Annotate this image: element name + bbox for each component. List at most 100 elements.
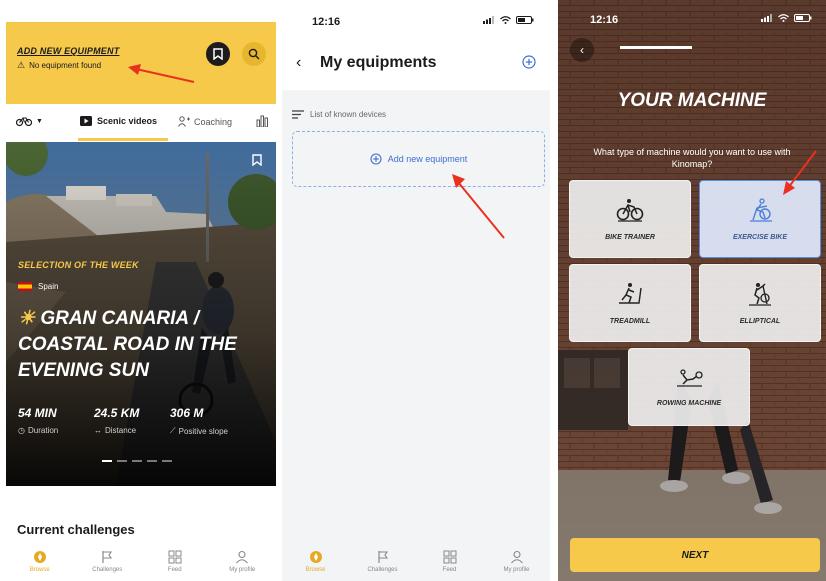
nav-challenges[interactable]: Challenges xyxy=(353,550,413,573)
equipments-header xyxy=(282,0,550,90)
nav-profile[interactable]: My profile xyxy=(212,550,272,573)
user-icon xyxy=(236,550,249,564)
tab-scenic-videos[interactable]: Scenic videos xyxy=(80,116,157,126)
nav-browse[interactable]: Browse xyxy=(10,550,70,573)
signal-icon xyxy=(483,16,494,24)
list-icon xyxy=(292,110,304,119)
signal-icon xyxy=(761,14,772,22)
back-button[interactable]: ‹ xyxy=(296,54,301,72)
slope-value: 306 M xyxy=(170,406,204,420)
featured-video-card[interactable]: SELECTION OF THE WEEK Spain ☀ GRAN CANAR… xyxy=(6,142,276,486)
machine-card-bike-trainer[interactable]: BIKE TRAINER xyxy=(569,180,691,258)
my-equipments-screen: 12:16 ‹ My equipments List of known devi… xyxy=(282,0,550,581)
devices-list-label: List of known devices xyxy=(310,110,387,119)
compass-icon xyxy=(33,551,46,563)
flag-icon xyxy=(102,551,113,563)
back-button[interactable]: ‹ xyxy=(570,38,594,62)
spain-flag-icon xyxy=(18,282,32,291)
add-new-equipment-link[interactable]: ADD NEW EQUIPMENT xyxy=(17,46,119,56)
flag-icon xyxy=(377,551,388,563)
save-video-icon[interactable] xyxy=(252,154,262,166)
bookmark-button[interactable] xyxy=(206,42,230,66)
nav-feed[interactable]: Feed xyxy=(145,550,205,573)
selection-of-week-label: SELECTION OF THE WEEK xyxy=(18,260,139,270)
machine-card-rowing-machine[interactable]: ROWING MACHINE xyxy=(628,348,750,426)
machine-card-treadmill[interactable]: TREADMILL xyxy=(569,264,691,342)
add-new-equipment-label: Add new equipment xyxy=(387,154,468,164)
your-machine-screen: 12:16 ‹ YOUR MACHINE What type of machin… xyxy=(558,0,826,581)
distance-arrows-icon: ↔ xyxy=(94,426,102,435)
tab-scenic-label: Scenic videos xyxy=(97,116,158,126)
duration-stat: 54 MIN ◷ Duration xyxy=(18,406,58,435)
wifi-icon xyxy=(500,16,511,24)
add-equipment-icon[interactable] xyxy=(522,55,536,69)
grid-icon xyxy=(443,550,456,564)
carousel-dot[interactable] xyxy=(147,460,157,462)
tab-stats[interactable] xyxy=(256,115,268,129)
nav-challenges-label: Challenges xyxy=(367,567,398,573)
chevron-down-icon: ▼ xyxy=(36,117,43,125)
country-tag: Spain xyxy=(18,282,58,291)
carousel-dot[interactable] xyxy=(117,460,127,462)
nav-browse[interactable]: Browse xyxy=(286,550,346,573)
machine-label: BIKE TRAINER xyxy=(605,233,655,241)
grid-icon xyxy=(168,550,182,564)
machine-label: ROWING MACHINE xyxy=(656,399,722,407)
sport-selector[interactable]: ▼ xyxy=(16,116,43,126)
chevron-left-icon: ‹ xyxy=(580,43,584,57)
annotation-arrow xyxy=(783,150,817,195)
status-icons xyxy=(483,16,534,24)
current-challenges-heading: Current challenges xyxy=(17,522,135,537)
country-name: Spain xyxy=(38,282,59,291)
carousel-dot[interactable] xyxy=(162,460,172,462)
play-video-icon xyxy=(80,116,92,126)
distance-label-text: Distance xyxy=(105,426,137,435)
wifi-icon xyxy=(778,14,789,22)
carousel-dots[interactable] xyxy=(102,460,172,462)
machine-label: TREADMILL xyxy=(609,317,651,325)
search-button[interactable] xyxy=(242,42,266,66)
nav-challenges[interactable]: Challenges xyxy=(77,550,137,573)
nav-profile[interactable]: My profile xyxy=(487,550,547,573)
slope-label: ⟋ Positive slope xyxy=(170,426,228,436)
machine-label: EXERCISE BIKE xyxy=(732,233,788,241)
duration-value: 54 MIN xyxy=(18,406,57,420)
distance-stat: 24.5 KM ↔ Distance xyxy=(94,406,139,435)
clock-icon: ◷ xyxy=(18,426,25,435)
no-equipment-notice: ⚠ No equipment found xyxy=(17,60,101,71)
user-icon xyxy=(510,550,523,564)
distance-value: 24.5 KM xyxy=(94,406,140,420)
nav-challenges-label: Challenges xyxy=(92,567,123,573)
bicycle-icon xyxy=(16,117,32,126)
nav-feed[interactable]: Feed xyxy=(420,550,480,573)
slope-label-text: Positive slope xyxy=(178,426,228,436)
warning-icon: ⚠ xyxy=(17,60,26,70)
scenic-browse-screen: ADD NEW EQUIPMENT ⚠ No equipment found ▼… xyxy=(6,0,276,581)
machine-question: What type of machine would you want to u… xyxy=(593,147,791,169)
duration-label-text: Duration xyxy=(27,426,59,435)
page-title: YOUR MACHINE xyxy=(617,90,767,111)
distance-label: ↔ Distance xyxy=(94,426,139,435)
active-tab-indicator xyxy=(78,138,168,141)
devices-list-header: List of known devices xyxy=(292,110,386,119)
video-title-text: GRAN CANARIA / COASTAL ROAD IN THE EVENI… xyxy=(18,308,237,381)
sun-icon: ☀ xyxy=(18,308,36,329)
bar-chart-icon xyxy=(256,115,268,128)
treadmill-icon xyxy=(619,282,642,304)
bottom-navigation: Browse Challenges Feed My profile xyxy=(282,542,550,581)
status-icons xyxy=(761,14,812,22)
status-time: 12:16 xyxy=(312,16,341,28)
page-title: My equipments xyxy=(320,54,437,71)
annotation-arrow xyxy=(128,64,195,83)
carousel-dot[interactable] xyxy=(132,460,142,462)
carousel-dot[interactable] xyxy=(102,460,112,462)
tab-coaching[interactable]: Coaching xyxy=(178,116,232,127)
tab-coaching-label: Coaching xyxy=(194,116,233,127)
nav-feed-label: Feed xyxy=(167,567,182,573)
nav-feed-label: Feed xyxy=(442,567,457,573)
category-tabs: ▼ Scenic videos Coaching xyxy=(6,104,276,142)
next-button[interactable]: NEXT xyxy=(570,538,820,572)
machine-card-elliptical[interactable]: ELLIPTICAL xyxy=(699,264,821,342)
elliptical-icon xyxy=(749,282,771,306)
annotation-arrow xyxy=(452,174,505,239)
